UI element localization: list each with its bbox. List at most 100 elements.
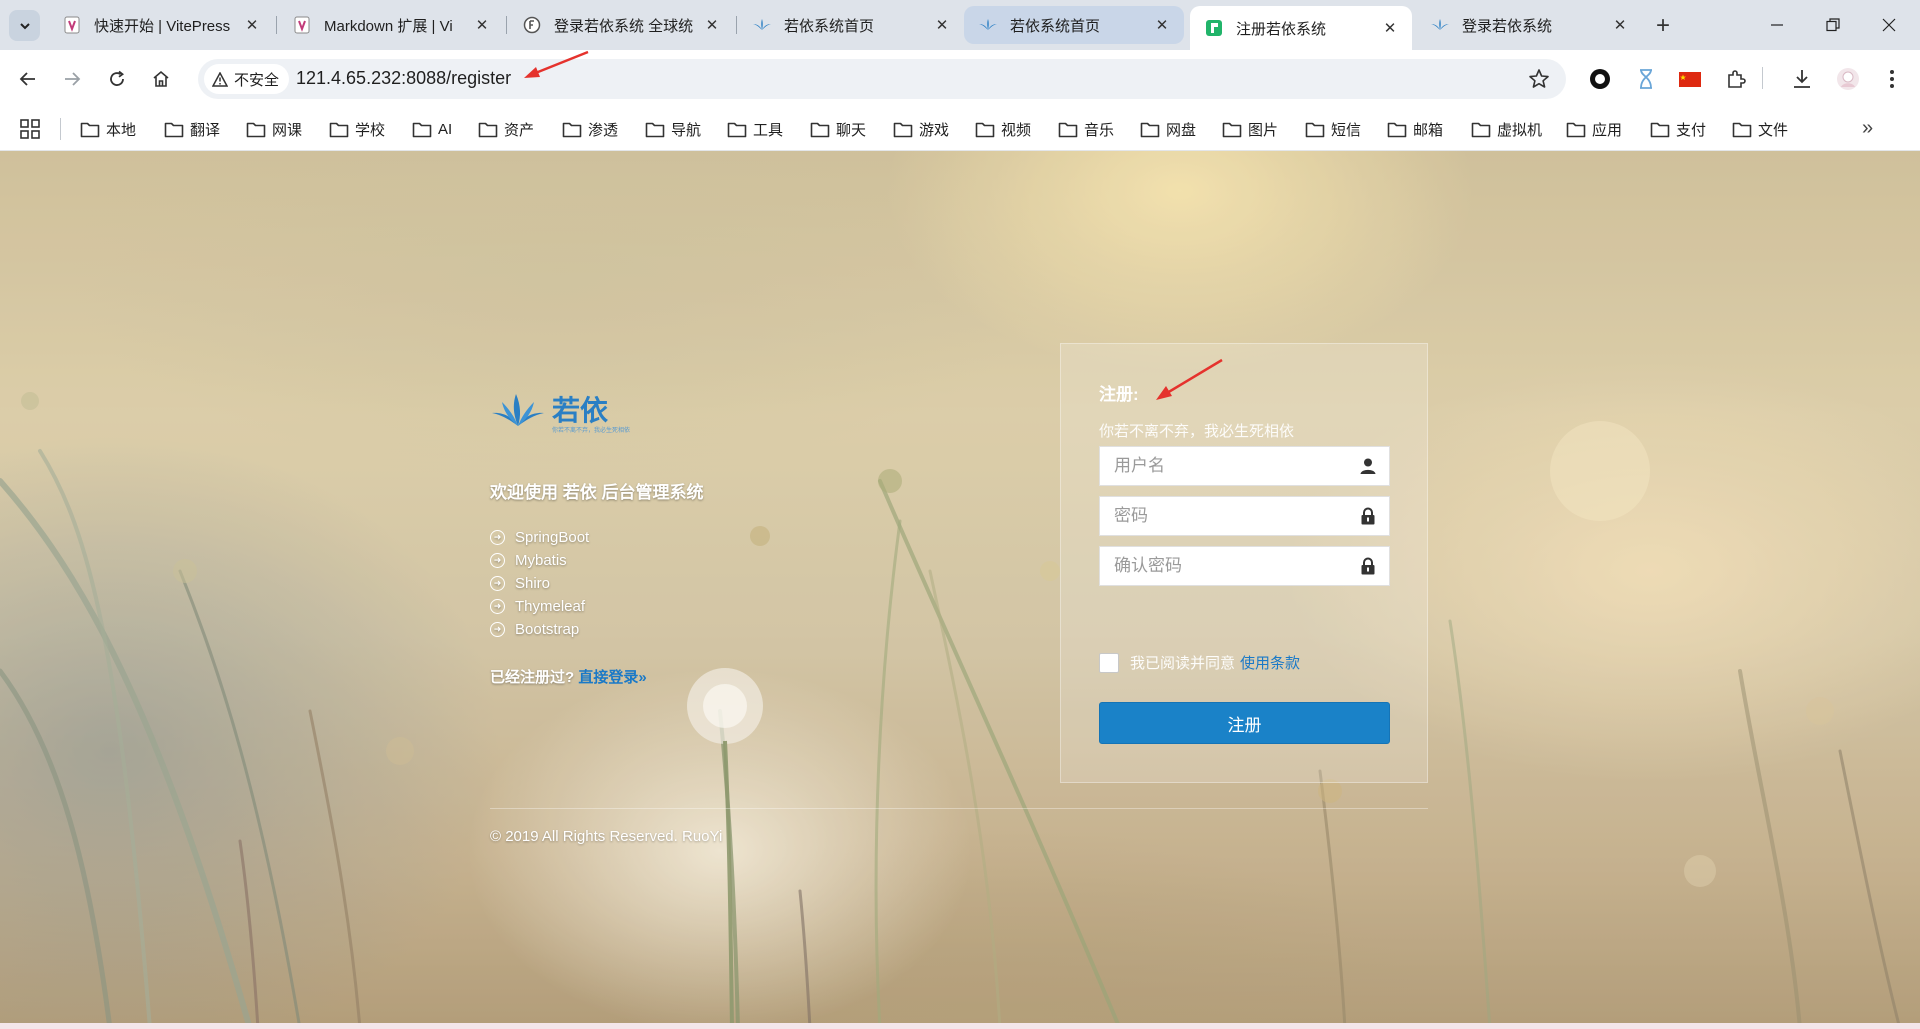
- circle-arrow-icon: ➜: [490, 530, 505, 545]
- annotation-arrow-register: [1156, 358, 1223, 400]
- bookmark-folder[interactable]: 音乐: [1058, 116, 1114, 142]
- address-bar[interactable]: 不安全 121.4.65.232:8088/register: [198, 59, 1566, 99]
- tab-ruoyi-home-1[interactable]: 若依系统首页 ✕: [738, 6, 964, 44]
- folder-icon: [1387, 122, 1407, 137]
- reload-icon: [110, 70, 124, 86]
- close-window-button[interactable]: [1866, 0, 1912, 50]
- close-icon[interactable]: ✕: [240, 13, 264, 37]
- close-icon[interactable]: ✕: [1150, 13, 1174, 37]
- tab-vitepress-quickstart[interactable]: 快速开始 | VitePress ✕: [48, 6, 274, 44]
- bookmark-folder[interactable]: 支付: [1650, 116, 1706, 142]
- url-text[interactable]: 121.4.65.232:8088/register: [296, 68, 511, 89]
- bookmark-folder[interactable]: 翻译: [164, 116, 220, 142]
- security-indicator[interactable]: 不安全: [204, 64, 290, 94]
- tech-name: Thymeleaf: [515, 598, 586, 615]
- bookmark-folder[interactable]: 网课: [246, 116, 302, 142]
- back-button[interactable]: [12, 63, 44, 95]
- bookmark-label: 资产: [504, 121, 535, 139]
- close-icon[interactable]: ✕: [1608, 13, 1632, 37]
- bookmark-folder[interactable]: 资产: [478, 116, 534, 142]
- bookmark-folder[interactable]: 学校: [329, 116, 385, 142]
- tech-list-item: ➜ Bootstrap: [490, 618, 589, 641]
- password-field[interactable]: [1099, 496, 1390, 536]
- new-tab-button[interactable]: +: [1648, 11, 1678, 41]
- bookmark-label: 文件: [1758, 121, 1789, 139]
- user-icon: [1360, 458, 1376, 474]
- bookmark-folder[interactable]: 文件: [1732, 116, 1788, 142]
- extension-flag-button[interactable]: [1674, 63, 1706, 95]
- restore-button[interactable]: [1810, 0, 1856, 50]
- username-field[interactable]: [1099, 446, 1390, 486]
- close-icon[interactable]: ✕: [930, 13, 954, 37]
- tab-ruoyi-login[interactable]: 登录若依系统 ✕: [1416, 6, 1642, 44]
- close-icon[interactable]: ✕: [1378, 16, 1402, 40]
- bookmark-folder[interactable]: 短信: [1305, 116, 1361, 142]
- folder-icon: [1650, 122, 1670, 137]
- close-icon[interactable]: ✕: [470, 13, 494, 37]
- bookmark-label: 游戏: [919, 121, 950, 139]
- apps-button[interactable]: [18, 117, 42, 141]
- bookmark-folder[interactable]: 游戏: [893, 116, 949, 142]
- bookmark-folder[interactable]: 应用: [1566, 116, 1622, 142]
- bookmark-folder[interactable]: 图片: [1222, 116, 1278, 142]
- tab-title: 注册若依系统: [1236, 20, 1327, 38]
- bookmark-label: 翻译: [190, 121, 221, 139]
- fofa-icon: [522, 15, 542, 35]
- home-button[interactable]: [145, 63, 177, 95]
- folder-icon: [1732, 122, 1752, 137]
- tab-strip: 快速开始 | VitePress ✕ Markdown 扩展 | Vi ✕ 登录…: [0, 0, 1920, 50]
- register-subtitle: 你若不离不弃，我必生死相依: [1099, 423, 1295, 440]
- forward-button[interactable]: [56, 63, 88, 95]
- profile-avatar[interactable]: [1832, 63, 1864, 95]
- tab-ruoyi-home-2[interactable]: 若依系统首页 ✕: [964, 6, 1184, 44]
- bookmark-star-button[interactable]: [1528, 68, 1550, 95]
- register-button[interactable]: 注册: [1099, 702, 1390, 744]
- terms-checkbox[interactable]: [1099, 652, 1119, 673]
- minimize-button[interactable]: [1754, 0, 1800, 50]
- browser-menu-button[interactable]: [1876, 63, 1908, 95]
- folder-icon: [727, 122, 747, 137]
- download-icon: [1794, 70, 1810, 88]
- close-icon[interactable]: ✕: [700, 13, 724, 37]
- folder-icon: [164, 122, 184, 137]
- bookmark-folder[interactable]: 导航: [645, 116, 701, 142]
- tab-markdown-extensions[interactable]: Markdown 扩展 | Vi ✕: [278, 6, 504, 44]
- bookmark-folder[interactable]: 视频: [975, 116, 1031, 142]
- agree-text: 我已阅读并同意: [1130, 655, 1236, 672]
- tab-fofa-login[interactable]: 登录若依系统 全球统 ✕: [508, 6, 734, 44]
- folder-icon: [246, 122, 266, 137]
- warning-icon: [212, 71, 228, 87]
- terms-link[interactable]: 使用条款: [1240, 652, 1300, 673]
- bookmark-label: 本地: [106, 121, 137, 139]
- annotation-arrow-url: [524, 50, 589, 78]
- bookmark-folder[interactable]: 渗透: [562, 116, 618, 142]
- confirm-password-field[interactable]: [1099, 546, 1390, 586]
- login-link[interactable]: 直接登录»: [578, 669, 646, 686]
- bookmark-folder[interactable]: AI: [412, 116, 452, 142]
- more-bookmarks-button[interactable]: »: [1862, 117, 1873, 140]
- reload-button[interactable]: [101, 63, 133, 95]
- bookmark-folder[interactable]: 网盘: [1140, 116, 1196, 142]
- bookmark-folder[interactable]: 邮箱: [1387, 116, 1443, 142]
- extensions-button[interactable]: [1720, 63, 1752, 95]
- bookmark-label: 工具: [753, 121, 784, 139]
- confirm-password-input[interactable]: [1100, 547, 1340, 585]
- tab-search-button[interactable]: [9, 10, 40, 41]
- folder-icon: [893, 122, 913, 137]
- vitepress-icon: [292, 15, 312, 35]
- extension-hourglass-button[interactable]: [1630, 63, 1662, 95]
- extension-record-button[interactable]: [1584, 63, 1616, 95]
- tab-ruoyi-register[interactable]: 注册若依系统 ✕: [1190, 6, 1412, 50]
- username-input[interactable]: [1100, 447, 1340, 485]
- copyright-text: © 2019 All Rights Reserved. RuoYi: [490, 828, 723, 845]
- bookmark-folder[interactable]: 本地: [80, 116, 136, 142]
- footer-divider: [490, 808, 1428, 809]
- bookmark-label: 网盘: [1166, 121, 1197, 139]
- circle-arrow-icon: ➜: [490, 599, 505, 614]
- arrow-right-icon: [65, 72, 81, 86]
- downloads-button[interactable]: [1786, 63, 1818, 95]
- bookmark-folder[interactable]: 虚拟机: [1471, 116, 1542, 142]
- bookmark-folder[interactable]: 工具: [727, 116, 783, 142]
- bookmark-folder[interactable]: 聊天: [810, 116, 866, 142]
- password-input[interactable]: [1100, 497, 1340, 535]
